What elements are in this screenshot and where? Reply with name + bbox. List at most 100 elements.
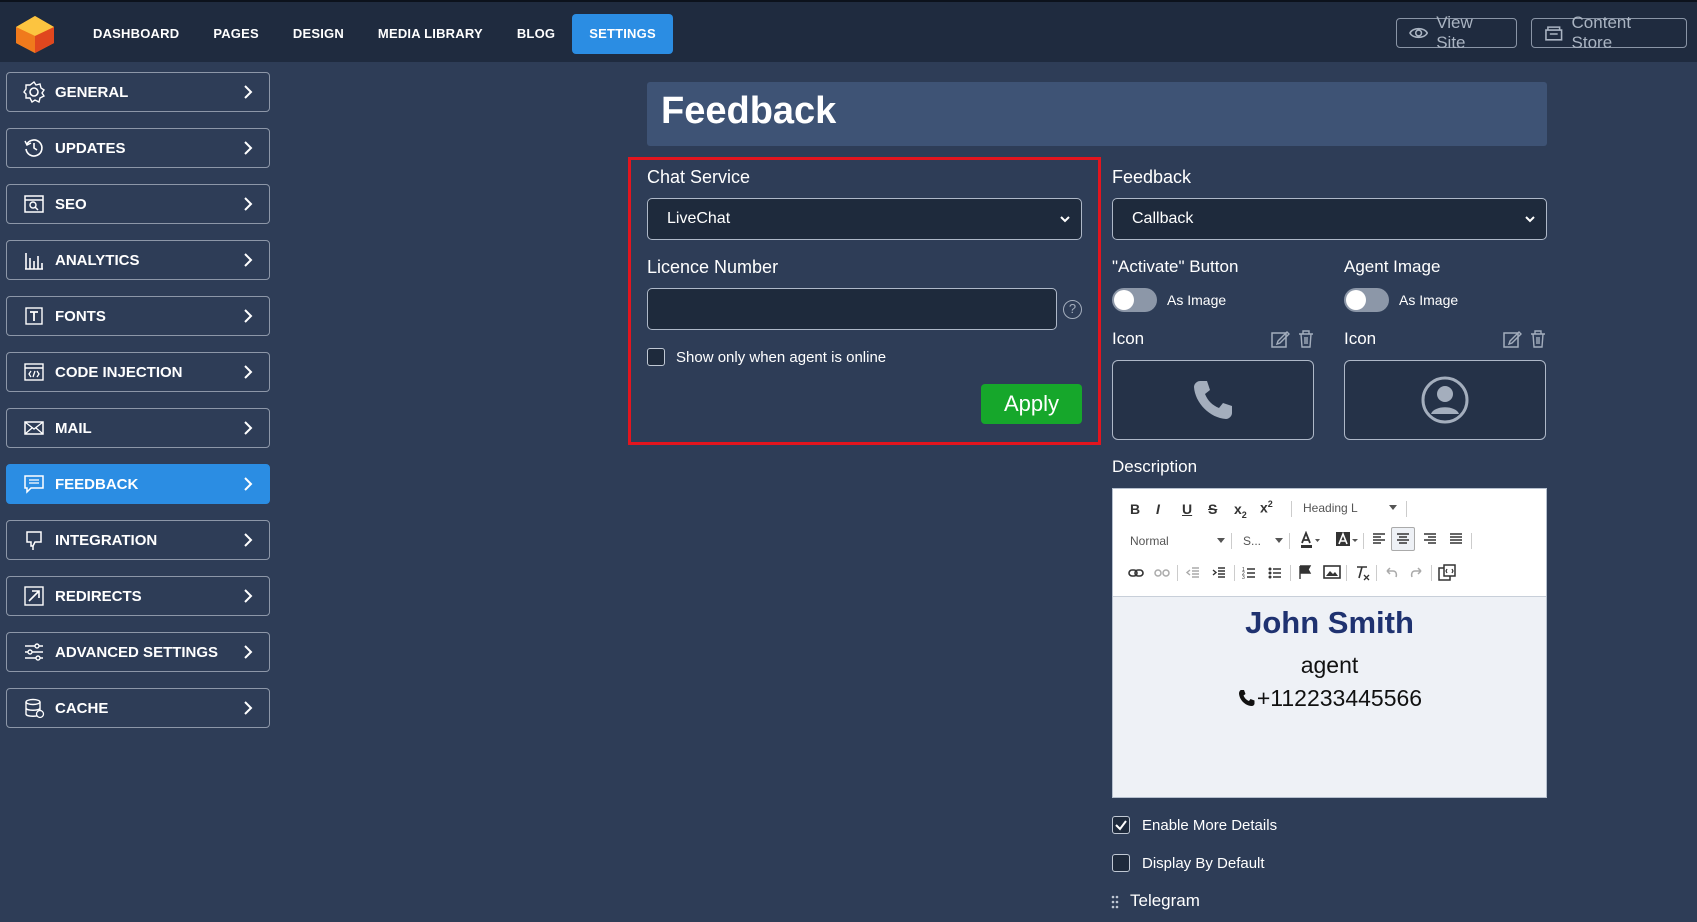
mail-icon <box>23 417 45 439</box>
sidebar-item-label: CACHE <box>55 699 109 717</box>
sidebar-item-general[interactable]: GENERAL <box>6 72 270 112</box>
align-center-active[interactable] <box>1391 527 1415 551</box>
nav-pages[interactable]: PAGES <box>196 14 276 54</box>
unlink-icon[interactable] <box>1154 565 1170 581</box>
italic-button[interactable]: I <box>1156 501 1160 517</box>
eye-icon <box>1409 27 1429 39</box>
drag-handle-icon[interactable] <box>1110 895 1120 909</box>
chevron-right-icon <box>244 421 253 435</box>
strikethrough-button[interactable]: S <box>1208 501 1217 517</box>
svg-text:3: 3 <box>1242 575 1245 581</box>
apply-button[interactable]: Apply <box>981 384 1082 424</box>
sidebar-item-mail[interactable]: MAIL <box>6 408 270 448</box>
heading-select[interactable]: Heading L <box>1303 501 1358 515</box>
agent-as-image-label: As Image <box>1399 292 1459 308</box>
agent-image-label: Agent Image <box>1344 257 1441 276</box>
activate-icon-preview[interactable] <box>1112 360 1314 440</box>
trash-icon[interactable] <box>1296 329 1316 349</box>
feedback-type-value: Callback <box>1132 210 1194 227</box>
sidebar-item-code-injection[interactable]: CODE INJECTION <box>6 352 270 392</box>
enable-more-details-checkbox[interactable] <box>1112 816 1130 834</box>
sidebar-item-integration[interactable]: INTEGRATION <box>6 520 270 560</box>
sidebar-item-label: FONTS <box>55 307 106 325</box>
clear-format-icon[interactable] <box>1353 564 1371 582</box>
agent-image-preview[interactable] <box>1344 360 1546 440</box>
sidebar-item-fonts[interactable]: FONTS <box>6 296 270 336</box>
trash-icon[interactable] <box>1528 329 1548 349</box>
nav-design[interactable]: DESIGN <box>276 14 361 54</box>
sidebar-item-advanced-settings[interactable]: ADVANCED SETTINGS <box>6 632 270 672</box>
history-icon <box>23 137 45 159</box>
online-only-checkbox[interactable] <box>647 348 665 366</box>
activate-as-image-toggle[interactable] <box>1112 288 1157 312</box>
align-left-icon[interactable] <box>1371 531 1387 547</box>
logo-icon[interactable] <box>14 14 56 54</box>
subscript-button[interactable]: x2 <box>1234 501 1247 520</box>
redo-icon[interactable] <box>1409 565 1425 581</box>
nav-media-library[interactable]: MEDIA LIBRARY <box>361 14 500 54</box>
align-right-icon[interactable] <box>1422 531 1438 547</box>
chat-service-label: Chat Service <box>647 167 751 187</box>
content-store-button[interactable]: Content Store <box>1531 13 1687 52</box>
chat-service-select[interactable]: LiveChat <box>647 198 1082 240</box>
font-size-select[interactable]: S... <box>1243 534 1261 548</box>
view-site-button[interactable]: View Site <box>1396 13 1517 52</box>
sidebar-item-feedback[interactable]: FEEDBACK <box>6 464 270 504</box>
sidebar-item-analytics[interactable]: ANALYTICS <box>6 240 270 280</box>
nav-settings[interactable]: SETTINGS <box>572 14 673 54</box>
caret-down-icon <box>1275 538 1283 543</box>
content-store-label: Content Store <box>1571 13 1632 52</box>
sidebar-item-cache[interactable]: CACHE <box>6 688 270 728</box>
underline-button[interactable]: U <box>1182 501 1192 517</box>
description-editor[interactable]: B I U S x2 x2 Heading L Normal S... 123 <box>1112 488 1547 798</box>
edit-icon[interactable] <box>1270 329 1290 349</box>
text-color-icon[interactable] <box>1299 531 1321 549</box>
link-icon[interactable] <box>1128 565 1144 581</box>
image-icon[interactable] <box>1323 564 1341 580</box>
chevron-right-icon <box>244 701 253 715</box>
chevron-right-icon <box>244 197 253 211</box>
flag-icon[interactable] <box>1297 564 1313 580</box>
format-select[interactable]: Normal <box>1130 534 1169 548</box>
activate-as-image-label: As Image <box>1167 292 1227 308</box>
bullet-list-icon[interactable] <box>1267 565 1283 581</box>
feedback-type-select[interactable]: Callback <box>1112 198 1547 240</box>
source-code-icon[interactable] <box>1438 564 1456 582</box>
sidebar-item-redirects[interactable]: REDIRECTS <box>6 576 270 616</box>
sidebar-item-label: ANALYTICS <box>55 251 140 269</box>
indent-icon[interactable] <box>1211 565 1227 581</box>
superscript-button[interactable]: x2 <box>1260 499 1273 516</box>
help-icon[interactable]: ? <box>1063 300 1082 319</box>
editor-content[interactable]: John Smith agent +112233445566 <box>1113 597 1546 797</box>
icon-label-left: Icon <box>1112 329 1145 348</box>
chevron-right-icon <box>244 85 253 99</box>
sidebar-item-label: REDIRECTS <box>55 587 142 605</box>
sidebar-item-seo[interactable]: SEO <box>6 184 270 224</box>
bold-button[interactable]: B <box>1130 501 1140 517</box>
phone-icon <box>1194 381 1232 419</box>
caret-down-icon <box>1217 538 1225 543</box>
numbered-list-icon[interactable]: 123 <box>1241 565 1257 581</box>
chevron-right-icon <box>244 253 253 267</box>
agent-as-image-toggle[interactable] <box>1344 288 1389 312</box>
sliders-icon <box>23 641 45 663</box>
display-by-default-checkbox[interactable] <box>1112 854 1130 872</box>
nav-dashboard[interactable]: DASHBOARD <box>76 14 196 54</box>
view-site-label: View Site <box>1436 13 1473 52</box>
page-title-bar: Feedback <box>647 82 1547 146</box>
align-justify-icon[interactable] <box>1448 531 1464 547</box>
edit-icon[interactable] <box>1502 329 1522 349</box>
editor-toolbar: B I U S x2 x2 Heading L Normal S... 123 <box>1113 489 1546 597</box>
sidebar-item-label: SEO <box>55 195 87 213</box>
outdent-icon[interactable] <box>1185 565 1201 581</box>
chevron-right-icon <box>244 477 253 491</box>
agent-phone-line: +112233445566 <box>1113 685 1546 712</box>
caret-down-icon <box>1389 505 1397 510</box>
licence-number-label: Licence Number <box>647 257 779 277</box>
agent-name-text: John Smith <box>1245 605 1414 640</box>
nav-blog[interactable]: BLOG <box>500 14 572 54</box>
licence-number-input[interactable] <box>647 288 1057 330</box>
sidebar-item-updates[interactable]: UPDATES <box>6 128 270 168</box>
undo-icon[interactable] <box>1383 565 1399 581</box>
background-color-icon[interactable] <box>1335 531 1359 549</box>
